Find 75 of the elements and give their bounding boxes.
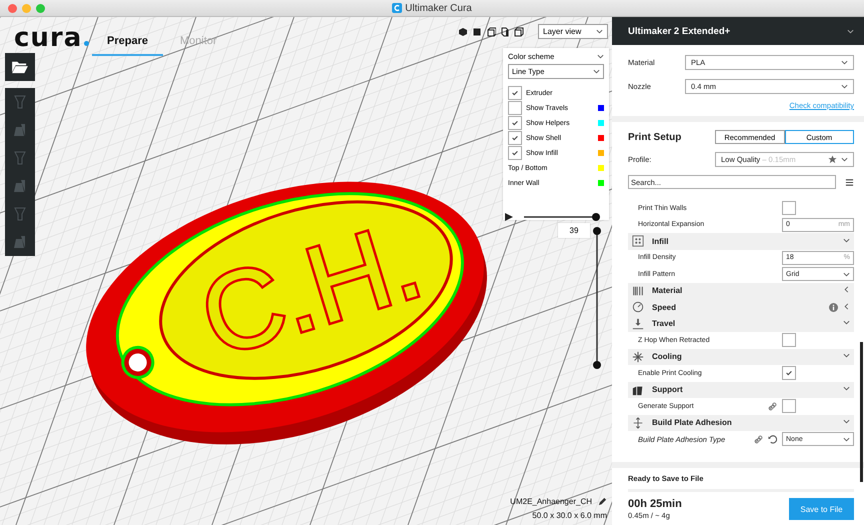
cross-arrows-icon <box>632 416 644 429</box>
checkbox[interactable] <box>508 101 522 115</box>
checkbox[interactable] <box>508 146 522 160</box>
category-header[interactable]: Cooling <box>628 348 854 365</box>
category-label: Travel <box>652 319 676 328</box>
gauge-icon <box>632 301 644 314</box>
tab[interactable]: Prepare <box>92 31 163 56</box>
chevron-icon <box>843 302 850 310</box>
cube-icon[interactable] <box>514 26 524 36</box>
caret-icon <box>596 28 603 35</box>
checkbox[interactable] <box>782 333 796 348</box>
view-dropdown[interactable]: Layer view <box>538 24 608 39</box>
app-icon <box>392 3 402 13</box>
printer-header[interactable]: Ultimaker 2 Extended+ <box>612 17 864 45</box>
category-header[interactable]: Infill <box>628 233 854 250</box>
category-header[interactable]: Travel <box>628 316 854 332</box>
object-name: UM2E_Anhaenger_CH <box>510 497 592 506</box>
pencil-icon[interactable] <box>598 497 607 506</box>
caret-icon <box>841 156 848 163</box>
checkbox[interactable] <box>782 366 796 380</box>
category-label: Cooling <box>652 352 682 362</box>
logo: cura <box>14 27 82 49</box>
link-icon[interactable] <box>754 434 763 444</box>
checkbox[interactable] <box>508 116 522 130</box>
category-label: Material <box>652 286 682 296</box>
caret-icon <box>841 83 848 90</box>
checkbox[interactable] <box>508 86 522 100</box>
link-icon[interactable] <box>768 402 777 411</box>
star-icon[interactable] <box>828 155 837 164</box>
menu-icon[interactable] <box>845 178 854 186</box>
category-header[interactable]: Material <box>628 282 854 299</box>
info-icon[interactable] <box>829 302 838 312</box>
support-icon <box>632 384 644 396</box>
category-label: Speed <box>652 302 676 312</box>
fan-icon <box>632 350 644 363</box>
layer-number-field[interactable]: 39 <box>558 223 590 238</box>
open-file-button[interactable] <box>5 53 35 81</box>
chevron-icon <box>843 352 850 360</box>
chevron-icon <box>843 286 850 294</box>
caret-icon <box>843 270 850 278</box>
category-label: Build Plate Adhesion <box>652 418 732 428</box>
scrollbar[interactable] <box>860 342 863 482</box>
caret-icon <box>593 68 600 75</box>
object-dimensions: 50.0 x 30.0 x 6.0 mm <box>532 511 607 520</box>
chevron-icon <box>843 385 850 392</box>
bars-icon <box>632 284 644 297</box>
caret-icon <box>597 53 604 60</box>
caret-icon <box>847 28 854 34</box>
checkmark-icon <box>511 89 519 97</box>
caret-icon <box>843 436 850 443</box>
caret-icon <box>841 59 848 66</box>
chevron-icon <box>843 319 850 326</box>
print-time: 00h 25min <box>628 498 682 510</box>
category-label: Support <box>652 385 683 394</box>
category-header[interactable]: Build Plate Adhesion <box>628 414 854 431</box>
category-label: Infill <box>652 236 668 246</box>
layer-slider[interactable] <box>592 226 602 370</box>
category-header[interactable]: Speed <box>628 299 854 316</box>
window-title: Ultimaker Cura <box>405 2 472 14</box>
chevron-icon <box>843 236 850 244</box>
cube-icon[interactable] <box>500 26 510 36</box>
logo-dot-icon <box>84 41 90 46</box>
checkbox[interactable] <box>782 201 796 216</box>
chevron-icon <box>843 418 850 426</box>
reset-icon[interactable] <box>768 434 777 444</box>
folder-icon <box>11 60 29 74</box>
checkmark-icon <box>785 369 793 378</box>
cube-icon[interactable] <box>486 26 496 36</box>
nozzle-icon <box>632 318 644 330</box>
model-text: C.H. <box>188 198 434 380</box>
checkbox[interactable] <box>508 131 522 145</box>
grid-icon <box>632 235 644 248</box>
checkbox[interactable] <box>782 399 796 414</box>
category-header[interactable]: Support <box>628 382 854 398</box>
section-title: Print Setup <box>628 132 682 142</box>
